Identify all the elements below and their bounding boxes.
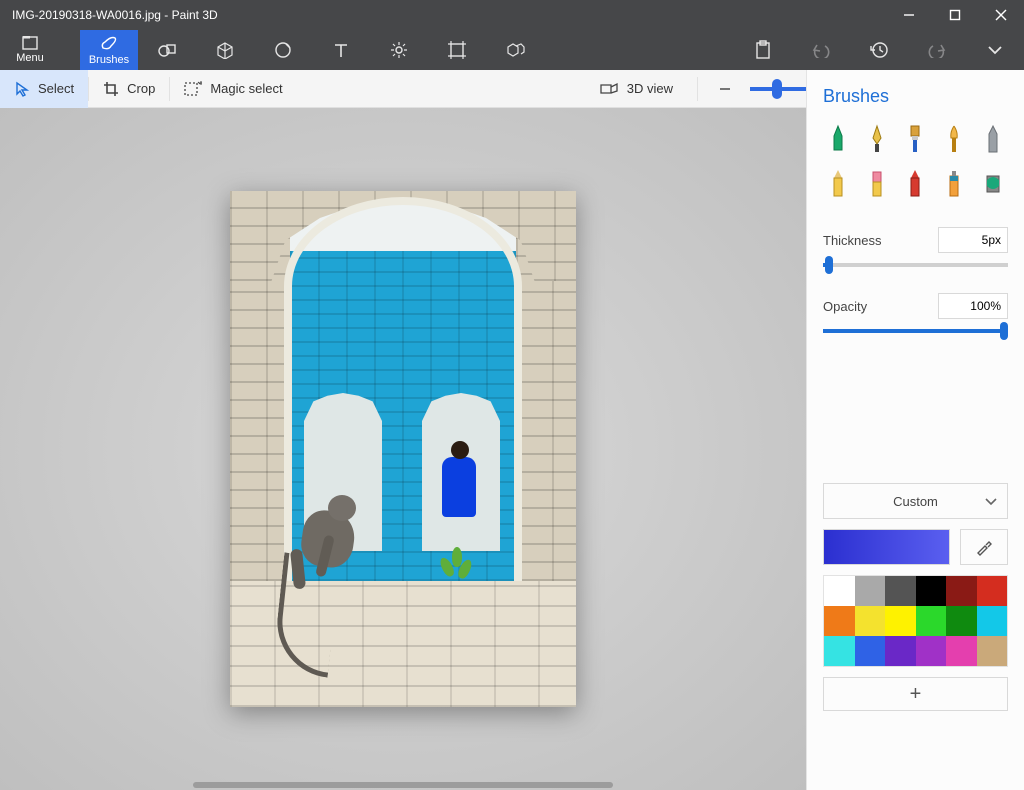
brush-marker[interactable] [823,121,854,157]
tab-brushes-label: Brushes [89,54,129,66]
palette-swatch[interactable] [855,576,886,606]
brush-pixel-pen[interactable] [977,121,1008,157]
tab-canvas[interactable] [428,30,486,70]
expand-ribbon-button[interactable] [966,30,1024,70]
tab-3d-shapes[interactable] [196,30,254,70]
paste-button[interactable] [734,30,792,70]
brush-oil-brush[interactable] [900,121,931,157]
horizontal-scrollbar[interactable] [193,782,613,788]
palette-swatch[interactable] [977,606,1008,636]
palette-swatch[interactable] [916,576,947,606]
titlebar: IMG-20190318-WA0016.jpg - Paint 3D [0,0,1024,30]
palette-swatch[interactable] [916,636,947,666]
opacity-slider[interactable] [823,329,1008,333]
select-label: Select [38,81,74,96]
maximize-button[interactable] [932,0,978,30]
crop-button[interactable]: Crop [89,70,169,108]
brush-grid [823,121,1008,201]
tab-stickers[interactable] [254,30,312,70]
menu-button[interactable]: Menu [0,30,60,70]
brush-fill[interactable] [977,165,1008,201]
thickness-input[interactable] [938,227,1008,253]
thickness-label: Thickness [823,233,882,248]
palette-swatch[interactable] [977,576,1008,606]
workspace[interactable] [0,108,806,790]
brush-spray-can[interactable] [939,165,970,201]
cursor-icon [14,81,30,97]
opacity-label: Opacity [823,299,867,314]
magic-select-label: Magic select [210,81,282,96]
material-dropdown[interactable]: Custom [823,483,1008,519]
brushes-panel: Brushes Thickness Opacity Custom [806,70,1024,790]
palette-swatch[interactable] [977,636,1008,666]
add-color-button[interactable]: + [823,677,1008,711]
minimize-button[interactable] [886,0,932,30]
magic-select-icon [184,81,202,97]
redo-button[interactable] [908,30,966,70]
palette-swatch[interactable] [855,606,886,636]
zoom-out-button[interactable] [708,70,742,108]
palette-swatch[interactable] [946,576,977,606]
tab-3d-library[interactable] [486,30,544,70]
palette-swatch[interactable] [885,606,916,636]
select-button[interactable]: Select [0,70,88,108]
3d-view-button[interactable]: 3D view [585,70,687,108]
palette-swatch[interactable] [824,606,855,636]
color-palette [823,575,1008,667]
tab-2d-shapes[interactable] [138,30,196,70]
palette-swatch[interactable] [885,636,916,666]
opacity-input[interactable] [938,293,1008,319]
palette-swatch[interactable] [885,576,916,606]
brush-eraser[interactable] [862,165,893,201]
crop-icon [103,81,119,97]
3d-view-icon [599,82,619,96]
tab-brushes[interactable]: Brushes [80,30,138,70]
menu-label: Menu [16,52,44,64]
brush-calligraphy-pen[interactable] [862,121,893,157]
close-button[interactable] [978,0,1024,30]
current-color-swatch[interactable] [823,529,950,565]
window-title: IMG-20190318-WA0016.jpg - Paint 3D [0,8,886,22]
palette-swatch[interactable] [824,636,855,666]
chevron-down-icon [985,494,997,509]
palette-swatch[interactable] [916,606,947,636]
history-button[interactable] [850,30,908,70]
3d-view-label: 3D view [627,81,673,96]
zoom-slider-thumb[interactable] [772,79,782,99]
panel-title: Brushes [823,86,1008,107]
canvas[interactable] [230,191,576,707]
tab-text[interactable] [312,30,370,70]
undo-button[interactable] [792,30,850,70]
palette-swatch[interactable] [824,576,855,606]
eyedropper-button[interactable] [960,529,1008,565]
crop-label: Crop [127,81,155,96]
palette-swatch[interactable] [946,606,977,636]
ribbon: Menu Brushes [0,30,1024,70]
palette-swatch[interactable] [946,636,977,666]
palette-swatch[interactable] [855,636,886,666]
material-dropdown-label: Custom [893,494,938,509]
brush-watercolor[interactable] [939,121,970,157]
magic-select-button[interactable]: Magic select [170,70,296,108]
brush-pencil[interactable] [823,165,854,201]
thickness-slider[interactable] [823,263,1008,267]
brush-crayon[interactable] [900,165,931,201]
tab-effects[interactable] [370,30,428,70]
